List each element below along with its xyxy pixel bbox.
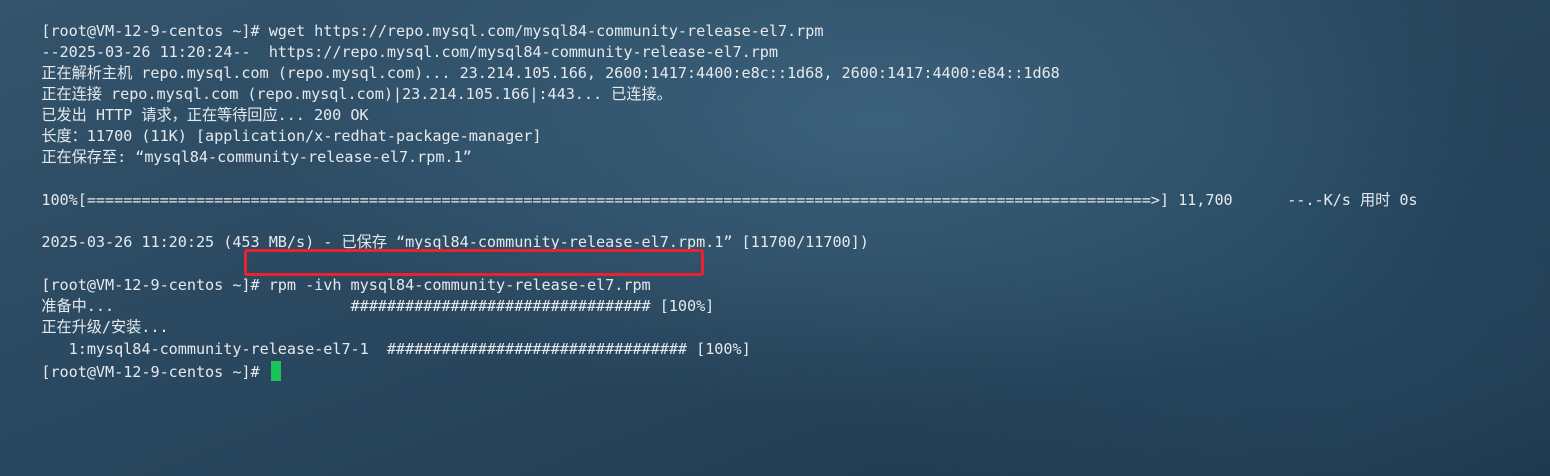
shell-prompt: [root@VM-12-9-centos ~]# <box>41 363 269 381</box>
terminal-line: --2025-03-26 11:20:24-- https://repo.mys… <box>5 21 778 61</box>
progress-line: 100%[===================================… <box>5 169 1417 209</box>
text-cursor <box>270 361 281 381</box>
progress-bar-text: 100%[===================================… <box>41 191 1418 209</box>
terminal-line: 正在连接 repo.mysql.com (repo.mysql.com)|23.… <box>5 63 671 103</box>
terminal-line: 正在保存至: “mysql84-community-release-el7.rp… <box>5 126 471 166</box>
terminal-line: [root@VM-12-9-centos ~]# <box>5 340 281 381</box>
terminal-line: 正在升级/安装... <box>5 296 168 336</box>
command-highlight-box <box>244 249 704 276</box>
output-text: 正在保存至: “mysql84-community-release-el7.rp… <box>41 148 472 166</box>
terminal-output[interactable]: [root@VM-12-9-centos ~]# wget https://re… <box>5 0 1545 476</box>
terminal-line: 2025-03-26 11:20:25 (453 MB/s) - 已保存 “my… <box>5 211 869 251</box>
terminal-line: [root@VM-12-9-centos ~]# wget https://re… <box>5 0 823 40</box>
terminal-line: 1:mysql84-community-release-el7-1 ######… <box>5 318 751 358</box>
terminal-line: 长度：11700 (11K) [application/x-redhat-pac… <box>5 105 541 145</box>
terminal-line: 准备中... #################################… <box>5 275 714 315</box>
terminal-line: 已发出 HTTP 请求，正在等待回应... 200 OK <box>5 84 368 124</box>
terminal-line: 正在解析主机 repo.mysql.com (repo.mysql.com)..… <box>5 42 1059 82</box>
